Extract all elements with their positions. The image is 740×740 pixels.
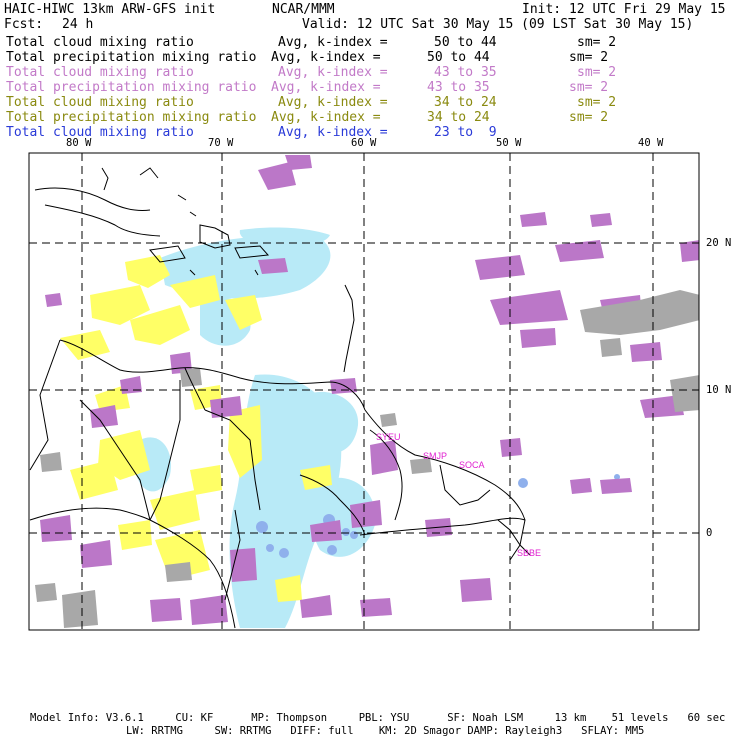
- lon-label: 60 W: [351, 137, 377, 149]
- lat-label: 0: [706, 527, 713, 539]
- lat-label: 10 N: [706, 384, 732, 396]
- model-info-line2: LW: RRTMG SW: RRTMG DIFF: full KM: 2D Sm…: [126, 725, 645, 737]
- station-label: SBBE: [517, 548, 541, 558]
- lon-label: 80 W: [66, 137, 92, 149]
- lat-label: 20 N: [706, 237, 732, 249]
- lon-label: 40 W: [638, 137, 664, 149]
- lon-label: 50 W: [496, 137, 522, 149]
- station-label: SYEU: [376, 432, 401, 442]
- station-label: SOCA: [459, 460, 485, 470]
- lon-label: 70 W: [208, 137, 234, 149]
- station-label: SMJP: [423, 451, 447, 461]
- map-panel: SYEU SMJP SOCA SBBE: [28, 152, 700, 631]
- model-info-line1: Model Info: V3.6.1 CU: KF MP: Thompson P…: [30, 712, 726, 724]
